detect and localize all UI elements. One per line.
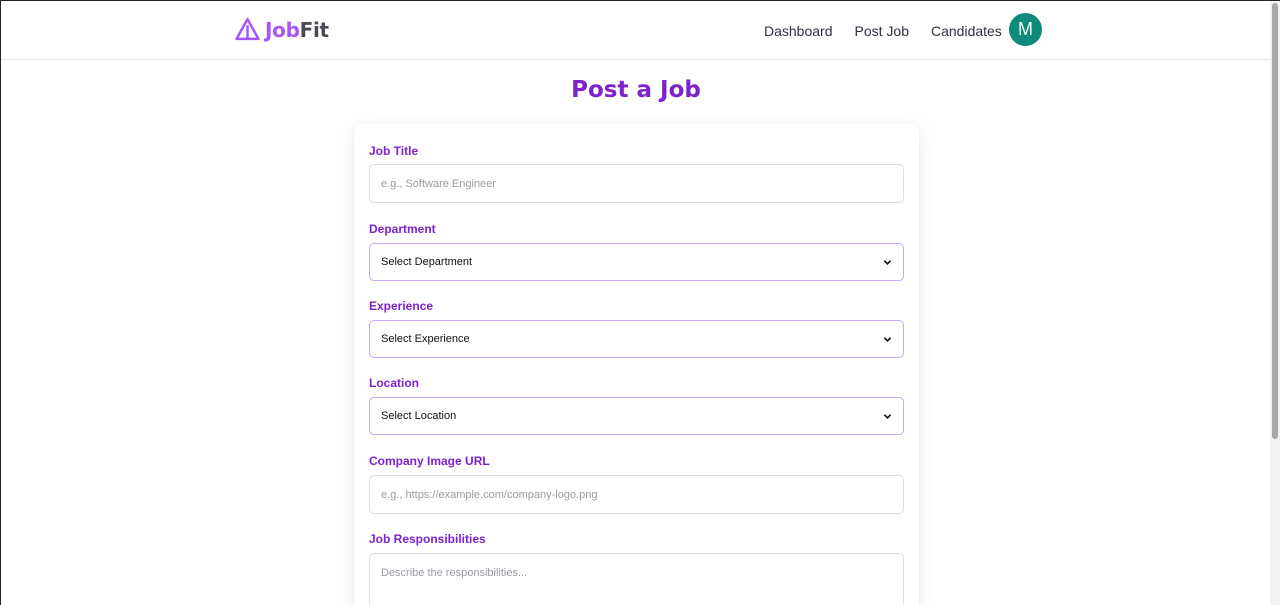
brand-logo[interactable]: JobFit	[235, 17, 329, 42]
scrollbar-thumb[interactable]	[1272, 3, 1278, 439]
job-title-label: Job Title	[369, 144, 419, 158]
page-title: Post a Job	[571, 77, 701, 103]
company-image-label: Company Image URL	[369, 454, 490, 468]
nav-candidates-link[interactable]: Candidates	[931, 23, 1002, 39]
logo-triangle-icon	[235, 17, 260, 41]
job-title-placeholder: e.g., Software Engineer	[381, 177, 496, 190]
responsibilities-label: Job Responsibilities	[369, 532, 486, 546]
chevron-down-icon	[883, 259, 892, 265]
job-title-input[interactable]: e.g., Software Engineer	[369, 164, 904, 203]
chevron-down-icon	[883, 413, 892, 419]
responsibilities-textarea[interactable]: Describe the responsibilities...	[369, 553, 904, 605]
top-navbar: JobFit Dashboard Post Job Candidates M	[1, 1, 1271, 60]
location-selected-value: Select Location	[381, 410, 457, 422]
experience-select[interactable]: Select Experience	[369, 320, 904, 358]
brand-name: JobFit	[265, 17, 329, 42]
department-label: Department	[369, 222, 436, 236]
location-label: Location	[369, 376, 419, 390]
user-avatar[interactable]: M	[1009, 13, 1042, 46]
company-image-input[interactable]: e.g., https://example.com/company-logo.p…	[369, 475, 904, 514]
responsibilities-placeholder: Describe the responsibilities...	[381, 567, 528, 579]
company-image-placeholder: e.g., https://example.com/company-logo.p…	[381, 488, 598, 501]
experience-selected-value: Select Experience	[381, 333, 470, 345]
nav-post-job-link[interactable]: Post Job	[855, 23, 909, 39]
location-select[interactable]: Select Location	[369, 397, 904, 435]
nav-dashboard-link[interactable]: Dashboard	[764, 23, 833, 39]
nav-links: Dashboard Post Job Candidates	[764, 23, 1002, 39]
page-scrollbar[interactable]	[1270, 1, 1280, 605]
department-selected-value: Select Department	[381, 256, 473, 268]
post-job-form: Job Title e.g., Software Engineer Depart…	[354, 124, 919, 605]
experience-label: Experience	[369, 299, 434, 313]
department-select[interactable]: Select Department	[369, 243, 904, 281]
chevron-down-icon	[883, 336, 892, 342]
